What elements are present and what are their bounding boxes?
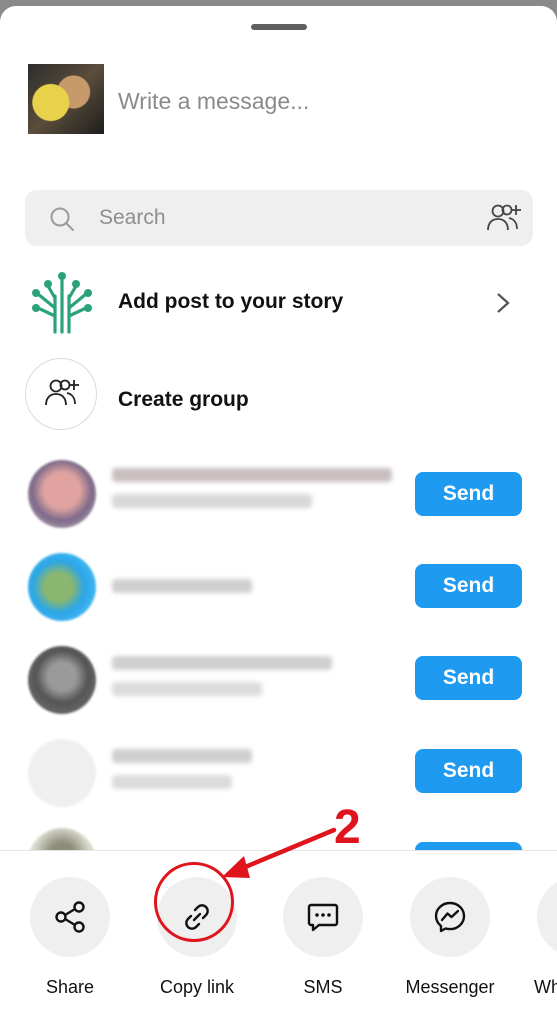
post-thumbnail xyxy=(28,64,104,134)
search-icon xyxy=(50,207,74,231)
send-button[interactable]: Send xyxy=(415,564,522,608)
share-option-sms[interactable]: SMS xyxy=(268,877,378,1007)
compose-area xyxy=(28,64,528,136)
blurred-name xyxy=(112,656,332,670)
story-tree-icon xyxy=(32,272,92,334)
send-button[interactable]: Send xyxy=(415,656,522,700)
send-button[interactable]: Send xyxy=(415,749,522,793)
share-option-label: Copy link xyxy=(159,977,235,997)
chevron-right-icon xyxy=(497,293,510,313)
create-group-row[interactable]: Create group xyxy=(0,358,557,432)
share-option-whatsapp[interactable]: Wh xyxy=(522,877,557,1007)
contact-row[interactable]: Send xyxy=(0,549,557,629)
contact-avatar xyxy=(28,739,96,807)
message-input[interactable] xyxy=(118,86,498,116)
blurred-subtitle xyxy=(112,682,262,696)
blurred-subtitle xyxy=(112,775,232,789)
share-option-messenger[interactable]: Messenger xyxy=(395,877,505,1007)
contact-avatar xyxy=(28,646,96,714)
contact-avatar xyxy=(28,460,96,528)
blurred-subtitle xyxy=(112,494,312,508)
add-to-story-label: Add post to your story xyxy=(118,290,344,313)
sms-icon xyxy=(307,903,339,932)
drag-handle[interactable] xyxy=(251,24,307,30)
group-icon-circle xyxy=(25,358,97,430)
add-to-story-row[interactable]: Add post to your story xyxy=(0,268,557,338)
share-option-label: Messenger xyxy=(405,977,495,997)
share-option-share[interactable]: Share xyxy=(15,877,125,1007)
contact-row[interactable]: Send xyxy=(0,456,557,536)
annotation-arrow-icon xyxy=(222,827,337,878)
blurred-name xyxy=(112,468,392,482)
share-icon xyxy=(55,901,85,933)
whatsapp-icon xyxy=(537,877,557,957)
search-input[interactable] xyxy=(99,202,459,234)
messenger-icon xyxy=(434,901,466,933)
contact-row[interactable]: Send xyxy=(0,642,557,722)
create-group-icon xyxy=(45,379,79,406)
create-group-label: Create group xyxy=(118,388,249,411)
add-people-icon[interactable] xyxy=(485,202,523,234)
share-option-label: Share xyxy=(45,977,95,997)
share-option-label: SMS xyxy=(303,977,343,997)
blurred-name xyxy=(112,749,252,763)
share-option-label: Wh xyxy=(534,977,557,997)
search-bar[interactable] xyxy=(25,190,533,246)
contact-avatar xyxy=(28,553,96,621)
annotation-step-number: 2 xyxy=(334,801,361,854)
blurred-name xyxy=(112,579,252,593)
send-button[interactable]: Send xyxy=(415,472,522,516)
